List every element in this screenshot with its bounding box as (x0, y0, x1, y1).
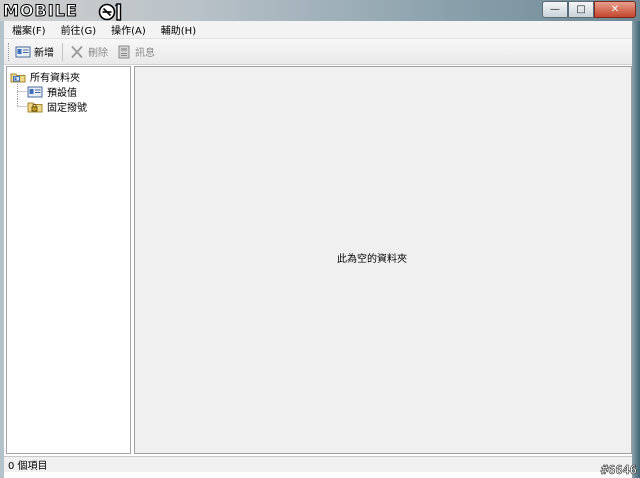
title-bar[interactable]: MOBILE — □ ✕ (0, 0, 640, 21)
tree-item-defaults[interactable]: 預設值 (7, 84, 130, 99)
application-window: MOBILE — □ ✕ 檔案(F) 前往(G) 操作(A) 輔助(H) 新增 … (0, 0, 640, 478)
toolbar: 新增 刪除 訊息 (4, 39, 632, 65)
menu-go[interactable]: 前往(G) (61, 22, 97, 37)
toolbar-grip[interactable] (8, 42, 11, 61)
toolbar-separator (62, 42, 63, 61)
tree-item-fixed-dialing[interactable]: 固定撥號 (7, 99, 130, 114)
delete-label: 刪除 (88, 48, 108, 59)
item-count: 0 個項目 (8, 461, 48, 472)
folder-group-icon (10, 73, 26, 82)
tree-connector (17, 84, 27, 99)
new-label: 新增 (34, 48, 54, 59)
window-controls: — □ ✕ (542, 1, 636, 18)
tree-item-label: 預設值 (47, 88, 77, 99)
tree-item-all-folders[interactable]: 所有資料夾 (7, 69, 130, 84)
window-frame-right (632, 21, 640, 478)
tree-item-label: 所有資料夾 (30, 73, 80, 84)
folder-tree[interactable]: 所有資料夾 預設值 固定撥號 (6, 66, 131, 454)
contact-card-icon (27, 86, 43, 97)
watermark-id: #6646 (600, 463, 638, 478)
menu-file[interactable]: 檔案(F) (12, 22, 46, 37)
maximize-button[interactable]: □ (568, 1, 594, 18)
tree-item-label: 固定撥號 (47, 103, 87, 114)
folder-lock-icon (27, 102, 43, 112)
watermark-logo-mark (98, 3, 122, 21)
minimize-button[interactable]: — (542, 1, 568, 18)
info-card-icon (118, 45, 130, 58)
window-frame-left (0, 21, 4, 478)
delete-button[interactable]: 刪除 (69, 42, 108, 62)
tree-connector (17, 99, 27, 107)
watermark-logo: MOBILE (3, 1, 78, 21)
contact-card-icon (15, 46, 31, 57)
menu-help[interactable]: 輔助(H) (161, 22, 196, 37)
new-button[interactable]: 新增 (15, 42, 54, 62)
empty-folder-message: 此為空的資料夾 (337, 254, 407, 265)
info-button[interactable]: 訊息 (116, 42, 155, 62)
menu-action[interactable]: 操作(A) (111, 22, 146, 37)
close-button[interactable]: ✕ (594, 1, 636, 18)
delete-x-icon (71, 45, 83, 58)
content-pane[interactable]: 此為空的資料夾 (134, 66, 632, 454)
menu-bar: 檔案(F) 前往(G) 操作(A) 輔助(H) (4, 21, 632, 39)
info-label: 訊息 (135, 48, 155, 59)
status-bar: 0 個項目 (4, 456, 632, 472)
